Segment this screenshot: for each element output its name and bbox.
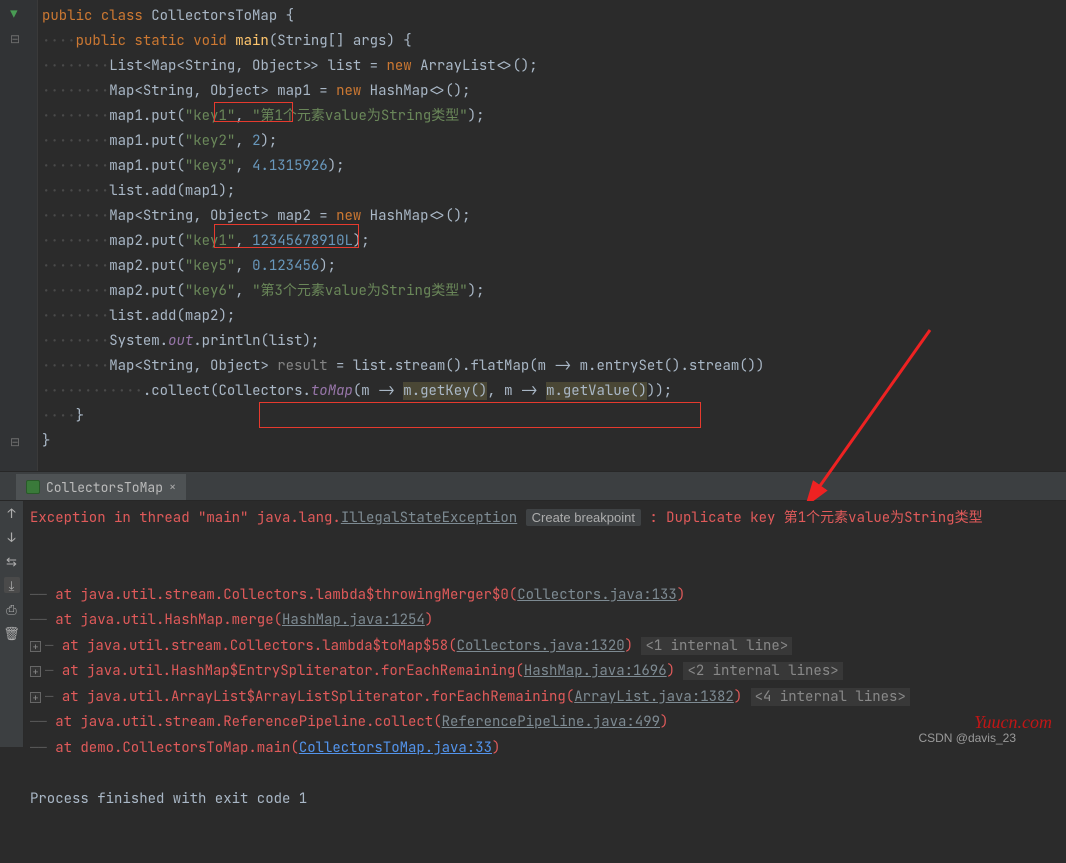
source-link[interactable]: ArrayList.java:1382 — [574, 688, 734, 706]
code-line: ········map2.put("key6", "第3个元素value为Str… — [42, 279, 1066, 304]
hidden-frames-badge[interactable]: <4 internal lines> — [751, 688, 910, 706]
arrow-down-icon[interactable]: ↓ — [4, 529, 20, 545]
code-content[interactable]: public class CollectorsToMap {····public… — [38, 0, 1066, 471]
code-line: ········System.out.println(list); — [42, 329, 1066, 354]
source-link[interactable]: ReferencePipeline.java:499 — [442, 713, 660, 731]
stack-frame: +— at java.util.ArrayList$ArrayListSplit… — [30, 685, 1060, 711]
exception-link[interactable]: IllegalStateException — [341, 509, 517, 527]
hidden-frames-badge[interactable]: <2 internal lines> — [683, 662, 842, 680]
code-line: ········map1.put("key2", 2); — [42, 129, 1066, 154]
stack-frame: —— at java.util.stream.ReferencePipeline… — [30, 710, 1060, 736]
code-line: ········list.add(map1); — [42, 179, 1066, 204]
fold-minus-icon[interactable]: ⊟ — [10, 434, 20, 450]
code-line: ············.collect(Collectors.toMap(m … — [42, 379, 1066, 404]
run-tabbar: CollectorsToMap × — [0, 471, 1066, 501]
code-line: ········List<Map<String, Object>> list =… — [42, 54, 1066, 79]
arrow-up-icon[interactable]: ↑ — [4, 505, 20, 521]
code-line: public class CollectorsToMap { — [42, 4, 1066, 29]
hidden-frames-badge[interactable]: <1 internal line> — [641, 637, 792, 655]
wrap-icon[interactable]: ⇆ — [4, 553, 20, 569]
editor-gutter: ▶ ⊟ ⊟ — [0, 0, 38, 471]
code-line: ········map1.put("key3", 4.1315926); — [42, 154, 1066, 179]
source-link[interactable]: Collectors.java:133 — [517, 586, 677, 604]
code-line: ········Map<String, Object> result = lis… — [42, 354, 1066, 379]
expand-icon[interactable]: + — [30, 692, 41, 703]
expand-icon[interactable]: + — [30, 666, 41, 677]
class-icon — [26, 480, 40, 494]
trash-icon[interactable]: 🗑 — [4, 625, 20, 641]
stack-frame: —— at demo.CollectorsToMap.main(Collecto… — [30, 736, 1060, 762]
code-line: ········map2.put("key5", 0.123456); — [42, 254, 1066, 279]
source-link[interactable]: HashMap.java:1696 — [524, 662, 667, 680]
stack-frame: —— at java.util.stream.Collectors.lambda… — [30, 583, 1060, 609]
scroll-to-end-icon[interactable]: ⤓ — [4, 577, 20, 593]
print-icon[interactable]: ⎙ — [4, 601, 20, 617]
code-line: ········map1.put("key1", "第1个元素value为Str… — [42, 104, 1066, 129]
code-editor[interactable]: ▶ ⊟ ⊟ public class CollectorsToMap {····… — [0, 0, 1066, 471]
run-tab-label: CollectorsToMap — [46, 479, 163, 496]
run-icon[interactable]: ▶ — [6, 10, 22, 17]
exception-line: Exception in thread "main" java.lang.Ill… — [30, 505, 1060, 532]
code-line: ········Map<String, Object> map2 = new H… — [42, 204, 1066, 229]
code-line: } — [42, 429, 1066, 454]
create-breakpoint-button[interactable]: Create breakpoint — [526, 509, 641, 526]
code-line: ····} — [42, 404, 1066, 429]
console-output[interactable]: Exception in thread "main" java.lang.Ill… — [24, 501, 1066, 747]
stack-frame: +— at java.util.HashMap$EntrySpliterator… — [30, 659, 1060, 685]
expand-icon[interactable]: + — [30, 641, 41, 652]
run-tab[interactable]: CollectorsToMap × — [16, 474, 186, 500]
source-link[interactable]: Collectors.java:1320 — [457, 637, 625, 655]
code-line: ········Map<String, Object> map1 = new H… — [42, 79, 1066, 104]
stack-frame: +— at java.util.stream.Collectors.lambda… — [30, 634, 1060, 660]
source-link[interactable]: CollectorsToMap.java:33 — [299, 739, 492, 757]
credit-text: CSDN @davis_23 — [918, 731, 1016, 745]
close-icon[interactable]: × — [169, 479, 176, 495]
exit-line: Process finished with exit code 1 — [30, 787, 1060, 813]
code-line: ····public static void main(String[] arg… — [42, 29, 1066, 54]
source-link[interactable]: HashMap.java:1254 — [282, 611, 425, 629]
fold-minus-icon[interactable]: ⊟ — [10, 31, 20, 47]
console-toolbar: ↑ ↓ ⇆ ⤓ ⎙ 🗑 — [0, 501, 24, 747]
code-line: ········map2.put("key1", 12345678910L); — [42, 229, 1066, 254]
code-line: ········list.add(map2); — [42, 304, 1066, 329]
stack-frame: —— at java.util.HashMap.merge(HashMap.ja… — [30, 608, 1060, 634]
